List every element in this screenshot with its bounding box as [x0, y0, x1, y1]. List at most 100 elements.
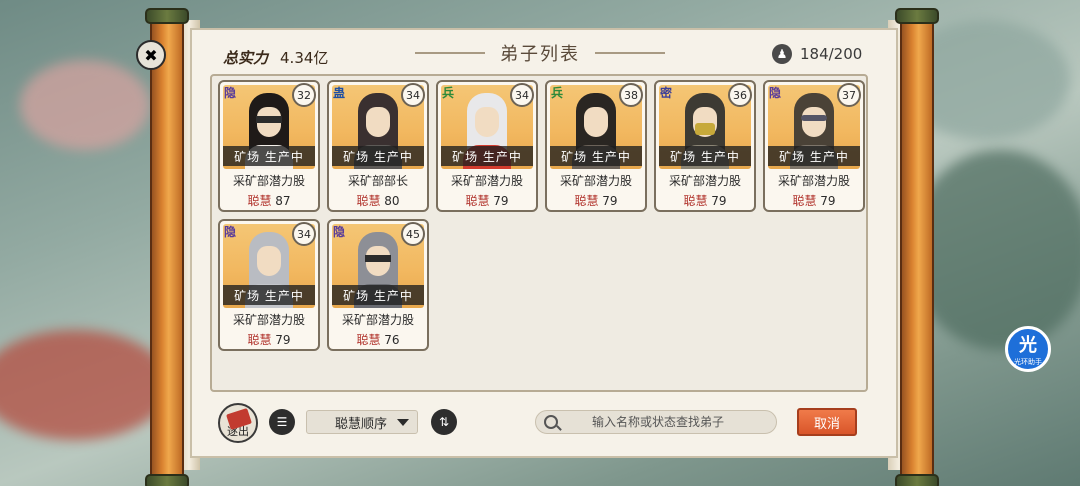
search-icon	[544, 415, 558, 429]
rank-badge: 蛊	[332, 85, 345, 100]
level-badge: 34	[292, 222, 316, 246]
level-badge: 37	[837, 83, 861, 107]
level-badge: 36	[728, 83, 752, 107]
blindfold	[365, 255, 391, 262]
level-badge: 32	[292, 83, 316, 107]
disciple-card[interactable]: 兵 38 矿场 生产中 采矿部潜力股 聪慧 79	[545, 80, 647, 212]
count-value: 184/200	[800, 45, 863, 63]
face-mask	[695, 123, 715, 135]
work-status: 矿场 生产中	[550, 146, 642, 166]
disciple-role: 采矿部潜力股	[232, 313, 305, 327]
stat-label: 聪慧	[792, 194, 817, 208]
stat-label: 聪慧	[247, 333, 272, 347]
rank-badge: 隐	[223, 224, 236, 239]
work-status: 矿场 生产中	[768, 146, 860, 166]
level-badge: 45	[401, 222, 425, 246]
background-mountain	[910, 150, 1080, 350]
disciple-stat: 聪慧 79	[765, 192, 863, 209]
disciple-card[interactable]: 隐 37 矿场 生产中 采矿部潜力股 聪慧 79	[763, 80, 865, 212]
stat-value: 80	[384, 194, 400, 208]
disciple-role: 采矿部潜力股	[559, 174, 632, 188]
disciple-role: 采矿部潜力股	[777, 174, 850, 188]
person-icon: ♟	[772, 44, 792, 64]
assistant-floating-button[interactable]: 光 光环助手	[1005, 326, 1051, 372]
stat-label: 聪慧	[683, 194, 708, 208]
disciple-role: 采矿部潜力股	[341, 313, 414, 327]
work-status: 矿场 生产中	[659, 146, 751, 166]
title-bar: 弟子列表	[415, 40, 665, 66]
disciple-card[interactable]: 隐 32 矿场 生产中 采矿部潜力股 聪慧 87	[218, 80, 320, 212]
stat-label: 聪慧	[356, 194, 381, 208]
rank-badge: 隐	[223, 85, 236, 100]
disciple-count: ♟ 184/200	[772, 44, 862, 64]
stat-label: 聪慧	[247, 194, 272, 208]
background-tree	[20, 60, 150, 150]
stat-value: 76	[384, 333, 400, 347]
rank-badge: 隐	[332, 224, 345, 239]
scroll-rod-left	[145, 8, 189, 486]
stat-label: 聪慧	[356, 333, 381, 347]
stat-value: 79	[602, 194, 618, 208]
expel-button[interactable]: 逐出	[218, 403, 258, 443]
stat-value: 79	[275, 333, 291, 347]
disciple-card[interactable]: 兵 34 矿场 生产中 采矿部潜力股 聪慧 79	[436, 80, 538, 212]
search-input[interactable]	[568, 415, 758, 429]
work-status: 矿场 生产中	[441, 146, 533, 166]
disciple-card[interactable]: 密 36 矿场 生产中 采矿部潜力股 聪慧 79	[654, 80, 756, 212]
disciple-role: 采矿部部长	[347, 174, 408, 188]
rod-cap-bottom	[145, 474, 189, 486]
disciple-card[interactable]: 隐 34 矿场 生产中 采矿部潜力股 聪慧 79	[218, 219, 320, 351]
total-power: 总实力 4.34亿	[205, 38, 395, 76]
disciple-card[interactable]: 蛊 34 矿场 生产中 采矿部部长 聪慧 80	[327, 80, 429, 212]
rank-badge: 兵	[441, 85, 454, 100]
pin-icon[interactable]: ✖	[136, 40, 166, 70]
sort-label: 聪慧顺序	[335, 416, 388, 432]
disciple-stat: 聪慧 87	[220, 192, 318, 209]
disciple-stat: 聪慧 79	[438, 192, 536, 209]
rod-cap-top	[895, 8, 939, 24]
disciple-stat: 聪慧 79	[547, 192, 645, 209]
power-value: 4.34亿	[280, 48, 329, 67]
rank-badge: 兵	[550, 85, 563, 100]
disciple-stat: 聪慧 79	[220, 331, 318, 348]
work-status: 矿场 生产中	[223, 146, 315, 166]
disciple-role: 采矿部潜力股	[232, 174, 305, 188]
swap-icon: ⇅	[438, 415, 450, 429]
background-tree	[0, 330, 170, 440]
level-badge: 38	[619, 83, 643, 107]
sort-dropdown[interactable]: 聪慧顺序	[306, 410, 418, 434]
stat-label: 聪慧	[465, 194, 490, 208]
portrait-face	[366, 107, 390, 137]
disciple-card[interactable]: 隐 45 矿场 生产中 采矿部潜力股 聪慧 76	[327, 219, 429, 351]
portrait-face	[475, 107, 499, 137]
rod-cap-bottom	[895, 474, 939, 486]
level-badge: 34	[401, 83, 425, 107]
level-badge: 34	[510, 83, 534, 107]
power-label: 总实力	[223, 48, 269, 67]
chevron-down-icon	[397, 418, 409, 426]
search-box	[535, 410, 777, 434]
list-view-button[interactable]: ☰	[269, 409, 295, 435]
sort-order-button[interactable]: ⇅	[431, 409, 457, 435]
title-divider	[415, 52, 485, 54]
stat-value: 87	[275, 194, 291, 208]
stat-value: 79	[493, 194, 509, 208]
portrait-face	[257, 246, 281, 276]
assistant-label: 光环助手	[1014, 358, 1042, 366]
list-icon: ☰	[276, 415, 288, 429]
stat-value: 79	[711, 194, 727, 208]
work-status: 矿场 生产中	[223, 285, 315, 305]
work-status: 矿场 生产中	[332, 146, 424, 166]
rod-cap-top	[145, 8, 189, 24]
portrait-face	[802, 107, 826, 137]
disciple-stat: 聪慧 80	[329, 192, 427, 209]
cancel-label: 取消	[813, 416, 840, 432]
blindfold	[256, 116, 282, 123]
rank-badge: 密	[659, 85, 672, 100]
disciple-role: 采矿部潜力股	[450, 174, 523, 188]
title-divider	[595, 52, 665, 54]
stat-value: 79	[820, 194, 836, 208]
stat-label: 聪慧	[574, 194, 599, 208]
assistant-glyph: 光	[1019, 335, 1037, 356]
cancel-button[interactable]: 取消	[797, 408, 857, 436]
